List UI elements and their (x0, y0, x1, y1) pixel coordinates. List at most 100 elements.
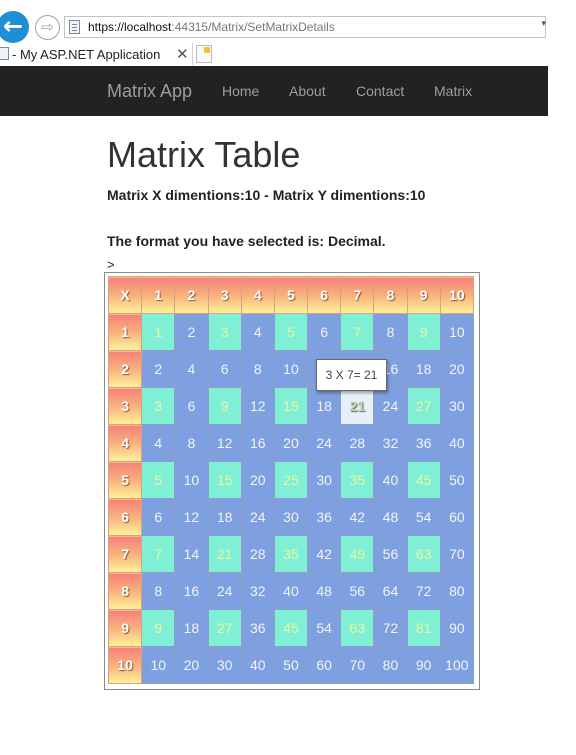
matrix-cell[interactable]: 4 (240, 313, 275, 351)
matrix-cell[interactable]: 6 (141, 498, 176, 536)
matrix-cell[interactable]: 16 (240, 424, 275, 462)
matrix-cell[interactable]: 36 (240, 609, 275, 647)
matrix-cell[interactable]: 81 (406, 609, 441, 647)
matrix-cell[interactable]: 45 (273, 609, 309, 647)
matrix-cell[interactable]: 32 (373, 424, 408, 462)
matrix-cell[interactable]: 20 (174, 646, 209, 684)
matrix-cell[interactable]: 20 (240, 461, 275, 499)
matrix-cell[interactable]: 24 (373, 387, 408, 425)
nav-link-matrix[interactable]: Matrix (434, 83, 472, 99)
navbar-brand[interactable]: Matrix App (107, 81, 192, 102)
matrix-cell[interactable]: 14 (174, 535, 209, 573)
matrix-cell[interactable]: 54 (307, 609, 342, 647)
matrix-cell[interactable]: 36 (307, 498, 342, 536)
matrix-cell[interactable]: 6 (307, 313, 342, 351)
matrix-cell[interactable]: 36 (406, 424, 441, 462)
matrix-cell[interactable]: 18 (406, 350, 441, 388)
matrix-cell[interactable]: 7 (141, 535, 176, 573)
matrix-cell[interactable]: 21 (207, 535, 242, 573)
new-tab-icon[interactable] (196, 45, 212, 63)
matrix-cell[interactable]: 8 (373, 313, 408, 351)
matrix-cell[interactable]: 70 (439, 535, 475, 573)
matrix-cell[interactable]: 27 (207, 609, 242, 647)
matrix-cell[interactable]: 5 (141, 461, 176, 499)
matrix-cell[interactable]: 3 (141, 387, 176, 425)
matrix-cell[interactable]: 4 (141, 424, 176, 462)
address-dropdown-icon[interactable]: ▾ (541, 19, 546, 29)
matrix-cell[interactable]: 28 (240, 535, 275, 573)
matrix-cell[interactable]: 9 (406, 313, 441, 351)
matrix-cell[interactable]: 20 (273, 424, 309, 462)
matrix-cell[interactable]: 6 (174, 387, 209, 425)
matrix-cell[interactable]: 35 (340, 461, 375, 499)
matrix-cell[interactable]: 18 (307, 387, 342, 425)
matrix-cell[interactable]: 24 (207, 572, 242, 610)
matrix-cell[interactable]: 24 (307, 424, 342, 462)
matrix-cell[interactable]: 70 (340, 646, 375, 684)
close-tab-icon[interactable]: ✕ (176, 45, 189, 63)
matrix-cell[interactable]: 30 (439, 387, 475, 425)
matrix-cell[interactable]: 40 (439, 424, 475, 462)
matrix-cell[interactable]: 64 (373, 572, 408, 610)
matrix-cell[interactable]: 10 (273, 350, 309, 388)
matrix-cell[interactable]: 2 (141, 350, 176, 388)
matrix-cell[interactable]: 10 (439, 313, 475, 351)
matrix-cell[interactable]: 27 (406, 387, 441, 425)
matrix-cell[interactable]: 28 (340, 424, 375, 462)
matrix-cell[interactable]: 24 (240, 498, 275, 536)
matrix-cell[interactable]: 49 (340, 535, 375, 573)
matrix-cell[interactable]: 100 (439, 646, 475, 684)
matrix-cell[interactable]: 60 (307, 646, 342, 684)
matrix-cell[interactable]: 12 (240, 387, 275, 425)
matrix-cell[interactable]: 8 (240, 350, 275, 388)
nav-link-about[interactable]: About (289, 83, 326, 99)
matrix-cell[interactable]: 4 (174, 350, 209, 388)
matrix-cell[interactable]: 80 (373, 646, 408, 684)
matrix-cell[interactable]: 7 (340, 313, 375, 351)
matrix-cell[interactable]: 63 (406, 535, 441, 573)
matrix-cell[interactable]: 8 (174, 424, 209, 462)
matrix-cell[interactable]: 54 (406, 498, 441, 536)
nav-link-contact[interactable]: Contact (356, 83, 404, 99)
matrix-cell[interactable]: 1 (141, 313, 176, 351)
matrix-cell[interactable]: 6 (207, 350, 242, 388)
matrix-cell[interactable]: 18 (207, 498, 242, 536)
matrix-cell[interactable]: 90 (406, 646, 441, 684)
matrix-cell[interactable]: 30 (307, 461, 342, 499)
address-bar[interactable]: https://localhost:44315/Matrix/SetMatrix… (64, 16, 546, 38)
matrix-cell[interactable]: 72 (406, 572, 441, 610)
matrix-cell[interactable]: 16 (174, 572, 209, 610)
matrix-cell[interactable]: 15 (207, 461, 242, 499)
matrix-cell[interactable]: 30 (273, 498, 309, 536)
matrix-cell[interactable]: 72 (373, 609, 408, 647)
matrix-cell[interactable]: 50 (439, 461, 475, 499)
matrix-cell[interactable]: 48 (307, 572, 342, 610)
matrix-cell[interactable]: 5 (273, 313, 309, 351)
matrix-cell[interactable]: 40 (273, 572, 309, 610)
matrix-cell[interactable]: 30 (207, 646, 242, 684)
matrix-cell[interactable]: 50 (273, 646, 309, 684)
matrix-cell[interactable]: 8 (141, 572, 176, 610)
matrix-cell[interactable]: 32 (240, 572, 275, 610)
matrix-cell[interactable]: 21 (340, 387, 375, 425)
back-arrow-icon[interactable]: ← (0, 11, 29, 43)
matrix-cell[interactable]: 40 (373, 461, 408, 499)
matrix-cell[interactable]: 25 (273, 461, 309, 499)
matrix-cell[interactable]: 15 (273, 387, 309, 425)
matrix-cell[interactable]: 2 (174, 313, 209, 351)
matrix-cell[interactable]: 10 (141, 646, 176, 684)
matrix-cell[interactable]: 20 (439, 350, 475, 388)
matrix-cell[interactable]: 3 (207, 313, 242, 351)
matrix-cell[interactable]: 42 (307, 535, 342, 573)
matrix-cell[interactable]: 10 (174, 461, 209, 499)
matrix-cell[interactable]: 60 (439, 498, 475, 536)
browser-tab[interactable]: - My ASP.NET Application ✕ (0, 43, 193, 65)
nav-link-home[interactable]: Home (222, 83, 259, 99)
matrix-cell[interactable]: 18 (174, 609, 209, 647)
matrix-cell[interactable]: 56 (373, 535, 408, 573)
matrix-cell[interactable]: 90 (439, 609, 475, 647)
matrix-cell[interactable]: 40 (240, 646, 275, 684)
matrix-cell[interactable]: 80 (439, 572, 475, 610)
matrix-cell[interactable]: 9 (141, 609, 176, 647)
matrix-cell[interactable]: 56 (340, 572, 375, 610)
